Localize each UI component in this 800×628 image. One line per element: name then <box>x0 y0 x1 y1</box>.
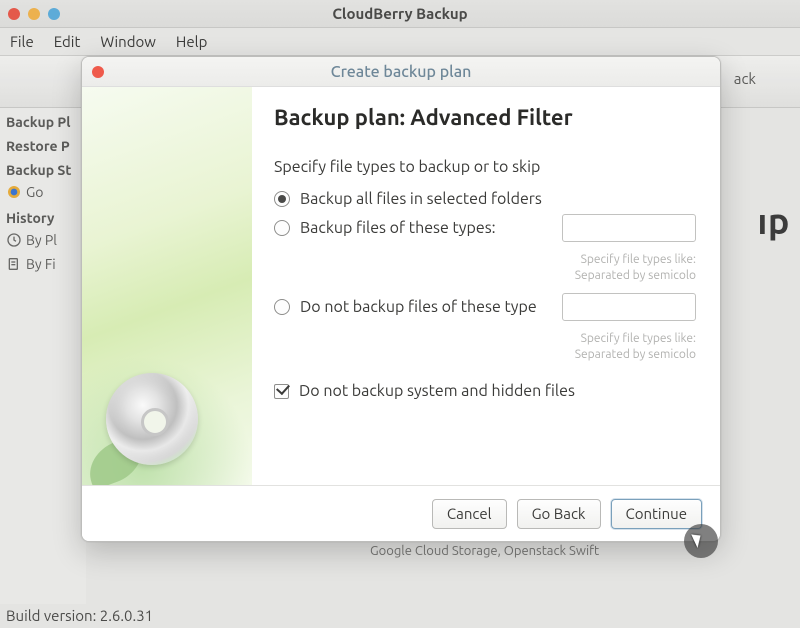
exclude-hint: Specify file types like: Separated by se… <box>274 331 696 362</box>
radio-icon[interactable] <box>274 220 290 236</box>
include-hint: Specify file types like: Separated by se… <box>274 252 696 283</box>
hint-line: Specify file types like: <box>581 332 696 345</box>
radio-label: Do not backup files of these type <box>300 298 537 316</box>
radio-label: Backup files of these types: <box>300 219 496 237</box>
checkbox-hidden-files[interactable]: Do not backup system and hidden files <box>274 382 696 400</box>
hint-line: Specify file types like: <box>581 253 696 266</box>
cancel-button[interactable]: Cancel <box>432 499 507 529</box>
hint-line: Separated by semicolo <box>575 269 696 282</box>
checkbox-label: Do not backup system and hidden files <box>299 382 575 400</box>
dialog-body: Backup plan: Advanced Filter Specify fil… <box>82 87 720 485</box>
dialog-footer: Cancel Go Back Continue <box>82 485 720 541</box>
radio-label: Backup all files in selected folders <box>300 190 542 208</box>
dialog-subheading: Specify file types to backup or to skip <box>274 158 696 176</box>
dialog-title: Create backup plan <box>82 63 720 81</box>
include-types-input[interactable] <box>562 214 696 242</box>
radio-icon[interactable] <box>274 299 290 315</box>
dialog-titlebar: Create backup plan <box>82 57 720 87</box>
disc-icon <box>106 373 198 465</box>
radio-option-all[interactable]: Backup all files in selected folders <box>274 190 696 208</box>
dialog-heading: Backup plan: Advanced Filter <box>274 105 696 130</box>
dialog-close-icon[interactable] <box>92 66 104 78</box>
continue-button[interactable]: Continue <box>611 499 702 529</box>
radio-option-exclude[interactable]: Do not backup files of these type <box>274 293 696 321</box>
dialog-sidebar-graphic <box>82 87 252 485</box>
radio-option-include[interactable]: Backup files of these types: <box>274 214 696 242</box>
checkbox-icon[interactable] <box>274 384 289 399</box>
exclude-types-input[interactable] <box>562 293 696 321</box>
radio-icon[interactable] <box>274 191 290 207</box>
create-backup-plan-dialog: Create backup plan Backup plan: Advanced… <box>81 56 721 542</box>
go-back-button[interactable]: Go Back <box>517 499 601 529</box>
dialog-main: Backup plan: Advanced Filter Specify fil… <box>252 87 720 485</box>
hint-line: Separated by semicolo <box>575 348 696 361</box>
